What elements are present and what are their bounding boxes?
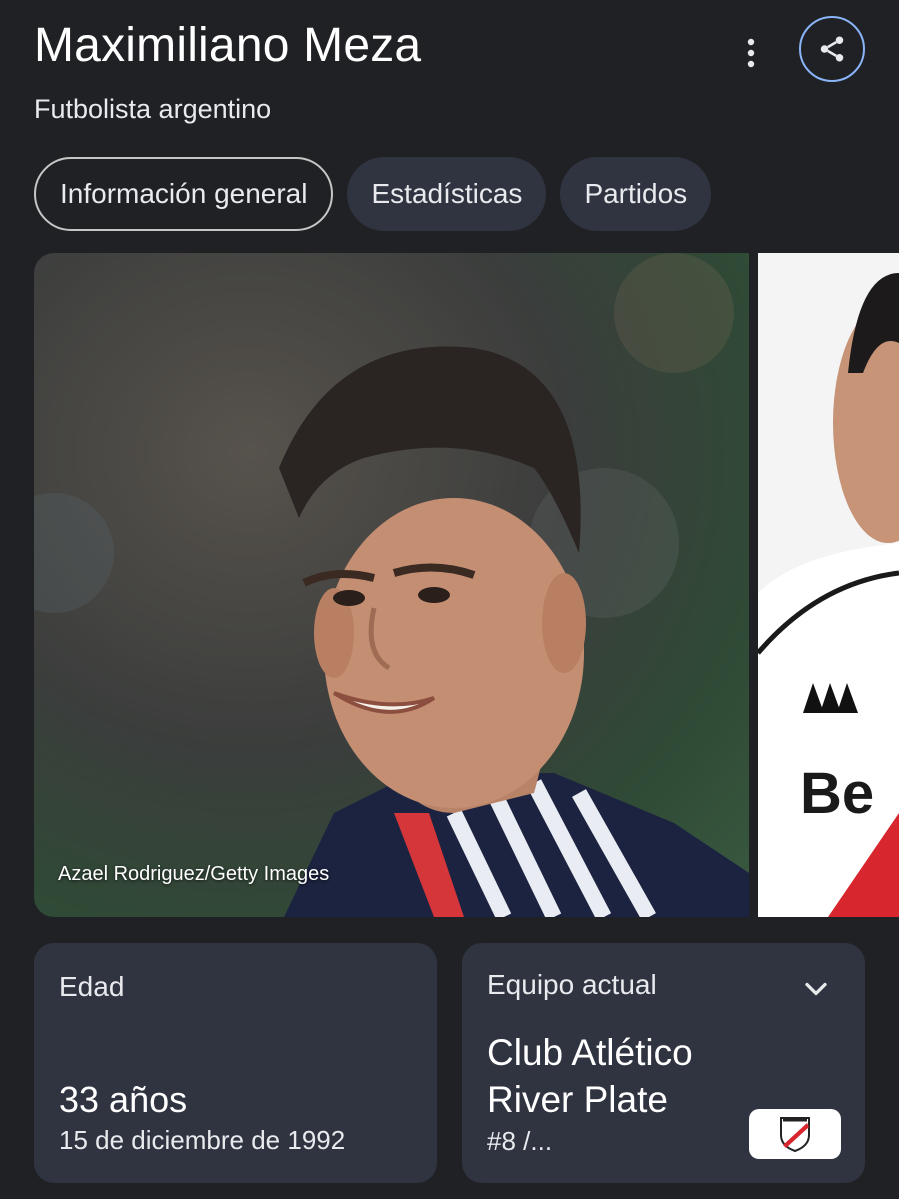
share-button[interactable] [799,16,865,82]
tab-general-info[interactable]: Información general [34,157,334,231]
page-title: Maximiliano Meza [34,19,422,72]
team-name[interactable]: Club Atlético River Plate [487,1029,787,1123]
player-photo-main[interactable]: Azael Rodriguez/Getty Images [34,253,749,917]
player-portrait-kit-illustration: Be [758,273,899,917]
birth-date: 15 de diciembre de 1992 [59,1125,346,1155]
page-subtitle: Futbolista argentino [34,94,272,124]
tab-bar: Información general Estadísticas Partido… [34,157,712,231]
shirt-number: #8 /... [487,1126,553,1156]
age-label: Edad [59,971,125,1002]
share-icon [820,36,844,62]
player-photo-secondary[interactable]: Be [758,253,899,917]
club-badge[interactable] [749,1109,841,1159]
player-portrait-illustration [34,253,749,917]
club-crest-icon [780,1117,810,1153]
tab-matches[interactable]: Partidos [560,157,712,231]
photo-credit: Azael Rodriguez/Getty Images [58,863,330,885]
knowledge-panel: Maximiliano Meza Futbolista argentino In… [0,0,899,1199]
svg-text:Be: Be [800,761,874,826]
current-team-label: Equipo actual [487,969,657,1000]
more-vert-icon [747,38,755,68]
chevron-down-icon[interactable] [798,971,834,1007]
tab-statistics[interactable]: Estadísticas [347,157,547,231]
age-value: 33 años [59,1079,188,1120]
current-team-card[interactable]: Equipo actual Club Atlético River Plate … [462,943,865,1183]
more-options-button[interactable] [728,30,774,76]
age-card: Edad 33 años 15 de diciembre de 1992 [34,943,437,1183]
